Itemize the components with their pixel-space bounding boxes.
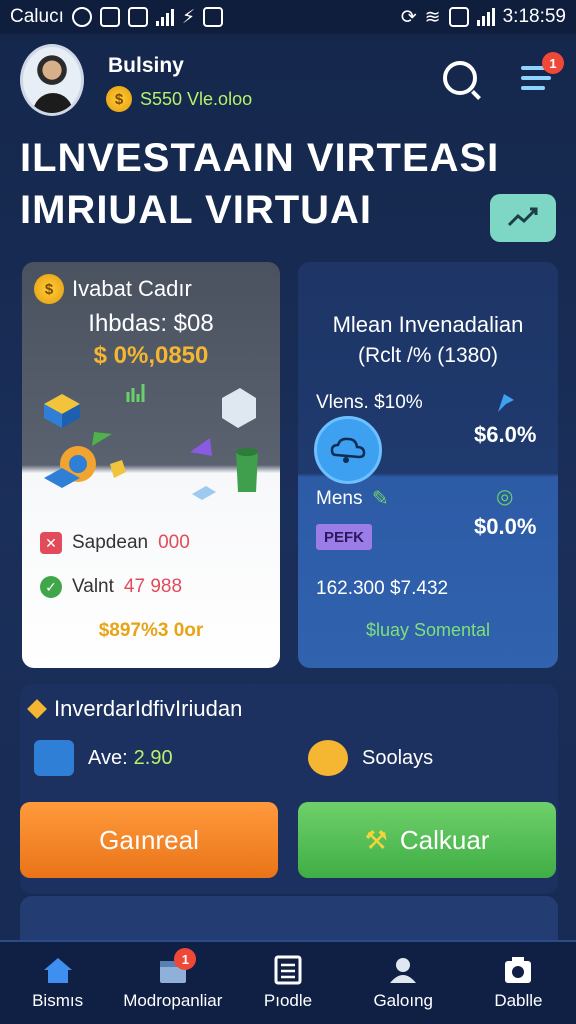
row-label: Valnt [72, 576, 114, 597]
nav-item-table[interactable]: Dablle [461, 942, 576, 1024]
title-line-2: IMRIUAL VIRTUAI [20, 188, 373, 232]
card-subtitle: Ihbdas: $08 [88, 310, 214, 337]
nav-label: Modropanliar [123, 991, 223, 1010]
image-icon [203, 7, 224, 27]
nav-label: Pıodle [263, 991, 313, 1010]
card-subtitle: (Rclt /% (1380) [357, 344, 499, 367]
coin-icon: $ [34, 274, 64, 304]
cart-icon [34, 740, 74, 776]
sync-icon: ⟳ [400, 6, 417, 28]
search-button[interactable] [438, 56, 482, 100]
nav-item-calendar[interactable]: 1 Modropanliar [115, 942, 230, 1024]
trend-button[interactable] [490, 194, 556, 242]
target-icon: ◎ [496, 486, 514, 508]
nav-label: Bismıs [32, 991, 84, 1010]
stat-value: 2.90 [133, 746, 173, 769]
stat-average: Ave: 2.90 [34, 740, 173, 776]
row2-value: $0.0% [474, 514, 537, 539]
investment-card-left[interactable]: $ Ivabat Cadır Ihbdas: $08 $ 0%,0850 ✕ S… [22, 262, 280, 668]
nfc-icon [448, 7, 469, 27]
tag-badge: PEFK [316, 524, 372, 550]
nav-label: Galoıng [373, 991, 433, 1010]
row-value: 000 [158, 532, 190, 553]
hammer-icon: ⚒ [364, 824, 388, 855]
row1-value: $6.0% [474, 422, 537, 447]
leaf-icon: ✎ [372, 488, 389, 510]
stat-label: Ave: [88, 746, 128, 769]
card-title: Ivabat Cadır [72, 276, 192, 301]
row-value: 47 988 [123, 576, 183, 597]
button-label: Calkuar [399, 824, 490, 855]
calculate-button[interactable]: ⚒ Calkuar [298, 802, 556, 878]
investment-section: InverdarIdfivIriudan Ave: 2.90 Soolays G… [20, 684, 558, 894]
card-total: $897%3 0or [98, 620, 204, 641]
row-value-item: ✓ Valnt 47 988 [40, 576, 182, 598]
investment-card-right[interactable]: Mlean Invenadalian (Rclt /% (1380) Vlens… [298, 262, 558, 668]
user-icon [390, 958, 417, 983]
search-icon [443, 61, 477, 95]
nav-item-catalog[interactable]: Galoıng [346, 942, 461, 1024]
notification-badge: 1 [174, 948, 197, 970]
menu-button[interactable]: 1 [514, 52, 564, 100]
row-label: Sapdean [72, 532, 149, 553]
trend-icon [507, 207, 538, 227]
chart-icon [127, 7, 148, 27]
card-amount: $ 0%,0850 [93, 342, 209, 369]
page-title: ILNVESTAAIN VIRTEASI IMRIUAL VIRTUAI [20, 132, 499, 236]
app-icon [99, 7, 120, 27]
button-label: Gaınreal [99, 824, 199, 855]
wifi-icon: ≋ [424, 6, 441, 28]
nav-label: Dablle [494, 991, 543, 1010]
home-icon [43, 958, 72, 983]
cloud-chart-button[interactable] [314, 416, 382, 484]
flag-icon [498, 394, 514, 412]
card-total: $luay Somental [365, 620, 491, 640]
balance-value: S550 Vle.oloo [140, 88, 253, 109]
card-title: Mlean Invenadalian [332, 312, 524, 337]
status-time: 3:18:59 [502, 6, 566, 27]
nav-item-home[interactable]: Bismıs [0, 942, 115, 1024]
check-icon [71, 7, 92, 27]
camera-icon [505, 957, 532, 983]
coin-icon: $ [106, 86, 132, 112]
isometric-assets-illustration [44, 384, 258, 500]
x-icon: ✕ [40, 532, 62, 554]
row2-label: Mens [316, 488, 363, 509]
status-bar: Calucı ⚡ ⟳ ≋ 3:18:59 [0, 0, 576, 34]
cloud-chart-icon [330, 437, 366, 463]
row-expense: ✕ Sapdean 000 [40, 532, 190, 554]
title-line-1: ILNVESTAAIN VIRTEASI [20, 136, 500, 180]
cell-signal-icon [476, 8, 495, 26]
emoji-icon [308, 740, 348, 776]
avatar[interactable] [20, 44, 84, 116]
balance-row: $ S550 Vle.oloo [106, 86, 252, 112]
username: Bulsiny [108, 54, 184, 77]
check-icon: ✓ [40, 576, 62, 598]
bolt-icon: ⚡ [181, 6, 196, 28]
primary-action-button[interactable]: Gaınreal [20, 802, 278, 878]
card-figures: 162.300 $7.432 [316, 578, 449, 599]
list-icon [274, 955, 302, 985]
diamond-icon [27, 699, 47, 719]
signal-icon [155, 8, 174, 26]
bottom-nav: Bismıs 1 Modropanliar Pıodle Galoıng Dab… [0, 940, 576, 1024]
carrier-label: Calucı [10, 6, 64, 27]
stat-label: Soolays [362, 746, 434, 769]
section-title: InverdarIdfivIriudan [54, 696, 243, 721]
stat-social: Soolays [308, 740, 433, 776]
nav-item-profile[interactable]: Pıodle [230, 942, 345, 1024]
row1-label: Vlens. $10% [316, 392, 423, 413]
notification-badge: 1 [542, 52, 564, 74]
